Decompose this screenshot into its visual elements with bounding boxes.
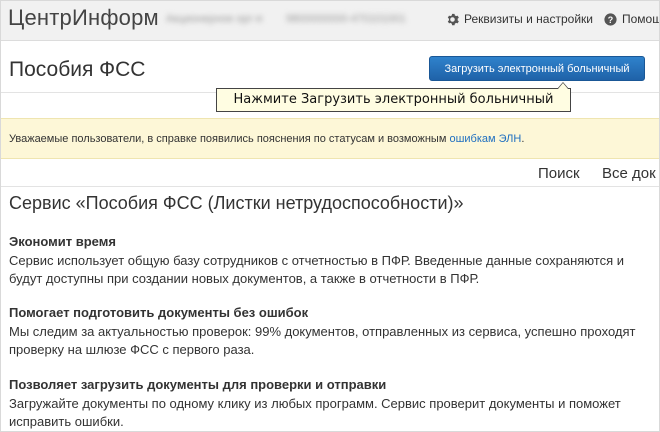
top-bar: ЦентрИнформ Акционерное орг-я 9800000000… bbox=[0, 0, 660, 41]
service-title: Сервис «Пособия ФСС (Листки нетрудоспосо… bbox=[9, 193, 464, 213]
tab-all-documents[interactable]: Все док bbox=[602, 165, 656, 182]
question-icon: ? bbox=[604, 12, 617, 26]
help-link[interactable]: ? Помощ bbox=[604, 12, 660, 26]
page-title: Пособия ФСС bbox=[9, 58, 146, 81]
tab-search[interactable]: Поиск bbox=[538, 165, 580, 182]
benefit-text: Загружайте документы по одному клику из … bbox=[9, 396, 621, 429]
benefit-heading: Помогает подготовить документы без ошибо… bbox=[9, 305, 309, 320]
organization-name[interactable]: Акционерное орг-я bbox=[166, 13, 262, 25]
svg-text:?: ? bbox=[608, 14, 613, 24]
organization-inn[interactable]: 9800000000-470101001 bbox=[286, 13, 406, 25]
benefit-text: Мы следим за актуальностью проверок: 99%… bbox=[9, 324, 636, 357]
gear-icon bbox=[447, 13, 459, 25]
settings-link[interactable]: Реквизиты и настройки bbox=[446, 12, 593, 26]
benefit-heading: Позволяет загрузить документы для провер… bbox=[9, 377, 387, 392]
notice-tail: . bbox=[521, 133, 525, 145]
settings-link-label: Реквизиты и настройки bbox=[464, 12, 593, 26]
benefit-heading: Экономит время bbox=[9, 234, 116, 249]
help-link-label: Помощ bbox=[622, 12, 660, 26]
notice-banner: Уважаемые пользователи, в справке появил… bbox=[0, 118, 660, 159]
hint-tooltip: Нажмите Загрузить электронный больничный bbox=[216, 82, 571, 112]
tabs-divider bbox=[0, 186, 660, 187]
benefit-text: Сервис использует общую базу сотрудников… bbox=[9, 253, 625, 286]
eln-errors-link[interactable]: ошибкам ЭЛН bbox=[449, 133, 521, 145]
upload-sick-leave-button[interactable]: Загрузить электронный больничный bbox=[429, 56, 645, 81]
notice-text: Уважаемые пользователи, в справке появил… bbox=[9, 133, 450, 145]
app-logo[interactable]: ЦентрИнформ bbox=[8, 5, 159, 31]
